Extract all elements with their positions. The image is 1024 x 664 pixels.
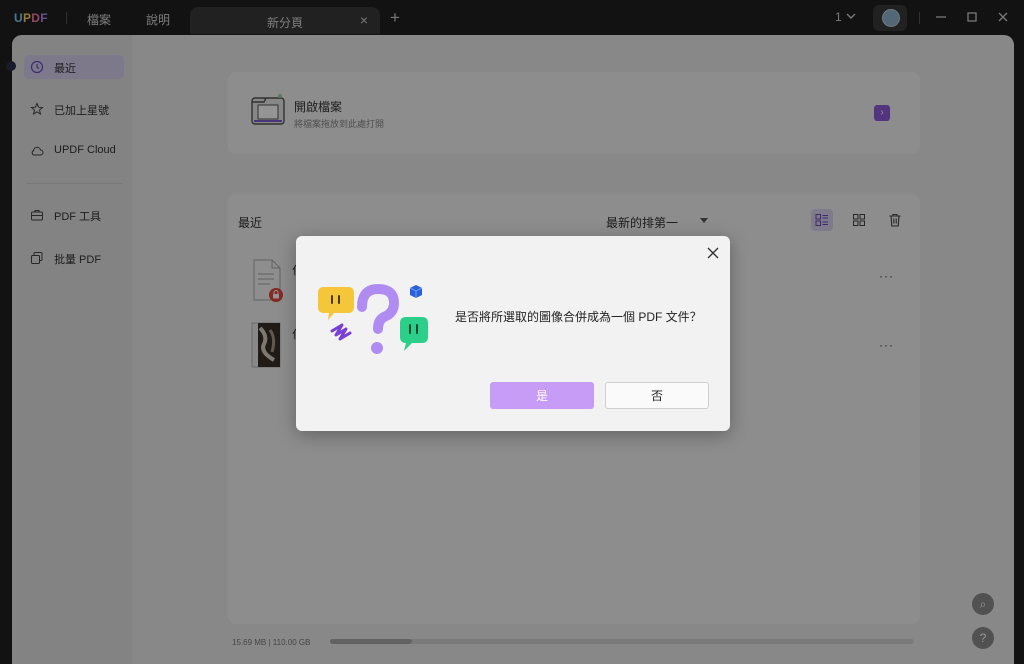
- yes-button[interactable]: 是: [490, 382, 594, 409]
- dialog-message: 是否將所選取的圖像合併成為一個 PDF 文件？: [455, 310, 702, 324]
- merge-images-dialog: 是否將所選取的圖像合併成為一個 PDF 文件？ 是 否: [296, 236, 730, 431]
- close-icon[interactable]: [706, 246, 720, 260]
- question-illustration: [318, 283, 428, 354]
- no-button[interactable]: 否: [605, 382, 709, 409]
